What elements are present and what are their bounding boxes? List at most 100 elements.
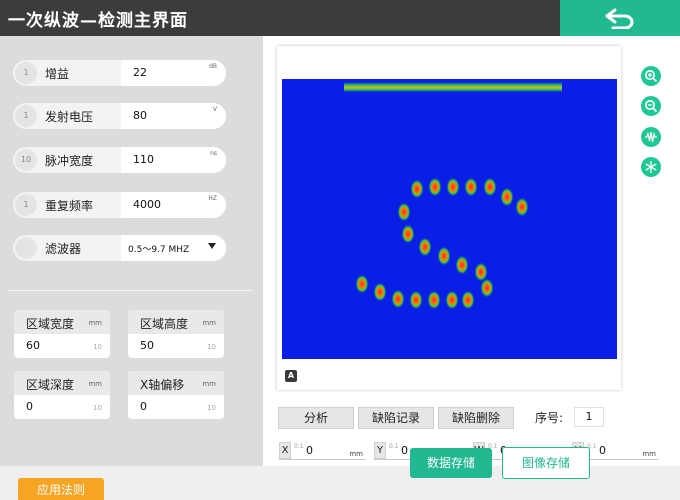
defect-marker bbox=[355, 274, 369, 294]
voltage-label: 发射电压 bbox=[45, 110, 94, 124]
divider bbox=[8, 290, 253, 291]
defect-markers bbox=[355, 177, 529, 310]
region-depth-unit: mm bbox=[88, 380, 102, 388]
pulse-width-row: 10 脉冲宽度 110 ns bbox=[13, 147, 226, 173]
region-height-label: 区域高度 bbox=[140, 317, 189, 331]
voltage-step-button[interactable]: 1 bbox=[15, 105, 37, 127]
app-window: 一次纵波—检测主界面 1 增益 22 dB 1 发射电压 80 V 10 脉冲宽… bbox=[0, 0, 680, 500]
defect-marker bbox=[483, 177, 497, 197]
save-data-button[interactable]: 数据存储 bbox=[410, 448, 492, 478]
region-height-step: 10 bbox=[207, 343, 216, 351]
region-width-unit: mm bbox=[88, 319, 102, 327]
voltage-row: 1 发射电压 80 V bbox=[13, 103, 226, 129]
defect-marker bbox=[409, 290, 423, 310]
gain-input[interactable]: 22 dB bbox=[121, 60, 226, 86]
c-scan-canvas bbox=[344, 82, 562, 310]
pulse-width-input[interactable]: 110 ns bbox=[121, 147, 226, 173]
filter-select[interactable]: 0.5～9.7 MHZ bbox=[121, 235, 226, 261]
page-title: 一次纵波—检测主界面 bbox=[8, 11, 188, 31]
repeat-frequency-unit: HZ bbox=[208, 195, 217, 202]
region-height-unit: mm bbox=[202, 319, 216, 327]
pulse-width-unit: ns bbox=[210, 150, 217, 157]
region-depth-step: 10 bbox=[93, 404, 102, 412]
defect-marker bbox=[515, 197, 529, 217]
defect-marker bbox=[373, 282, 387, 302]
filter-value: 0.5～9.7 MHZ bbox=[128, 245, 190, 255]
apply-rule-button[interactable]: 应用法则 bbox=[18, 478, 104, 500]
filter-row: 滤波器 0.5～9.7 MHZ bbox=[13, 235, 226, 261]
region-height-value: 50 bbox=[140, 339, 154, 352]
defect-marker bbox=[480, 278, 494, 298]
x-offset-label: X轴偏移 bbox=[140, 378, 185, 392]
snowflake-icon[interactable] bbox=[641, 157, 661, 177]
y-axis-label: Y bbox=[374, 442, 386, 459]
defect-marker bbox=[427, 290, 441, 310]
region-depth-field[interactable]: 区域深度 mm 0 10 bbox=[14, 371, 110, 419]
defect-marker bbox=[418, 237, 432, 257]
y-value: 0 bbox=[401, 444, 408, 457]
y-resolution: 0.1 bbox=[389, 443, 399, 450]
repeat-frequency-row: 1 重复频率 4000 HZ bbox=[13, 192, 226, 218]
defect-marker bbox=[437, 246, 451, 266]
defect-marker bbox=[397, 202, 411, 222]
analyze-button[interactable]: 分析 bbox=[278, 407, 354, 429]
x-offset-unit: mm bbox=[202, 380, 216, 388]
defect-marker bbox=[446, 177, 460, 197]
region-width-value: 60 bbox=[26, 339, 40, 352]
defect-marker bbox=[464, 177, 478, 197]
zoom-in-icon[interactable] bbox=[641, 66, 661, 86]
gain-row: 1 增益 22 dB bbox=[13, 60, 226, 86]
back-arrow-icon bbox=[605, 8, 634, 29]
voltage-input[interactable]: 80 V bbox=[121, 103, 226, 129]
zoom-out-icon[interactable] bbox=[641, 96, 661, 116]
waveform-icon[interactable] bbox=[641, 127, 661, 147]
defect-marker bbox=[500, 187, 514, 207]
filter-label: 滤波器 bbox=[45, 242, 82, 256]
defect-marker bbox=[445, 290, 459, 310]
scan-image-frame: A bbox=[277, 46, 621, 390]
region-width-field[interactable]: 区域宽度 mm 60 10 bbox=[14, 310, 110, 358]
repeat-frequency-input[interactable]: 4000 HZ bbox=[121, 192, 226, 218]
voltage-unit: V bbox=[212, 106, 217, 113]
x-resolution: 0.1 bbox=[294, 443, 304, 450]
gain-unit: dB bbox=[209, 63, 217, 70]
c-scan-image[interactable] bbox=[282, 79, 617, 359]
region-height-field[interactable]: 区域高度 mm 50 10 bbox=[128, 310, 224, 358]
sequence-input[interactable]: 1 bbox=[574, 407, 604, 427]
x-offset-step: 10 bbox=[207, 404, 216, 412]
chevron-down-icon bbox=[208, 243, 216, 249]
x-axis-label: X bbox=[279, 442, 291, 459]
filter-toggle[interactable] bbox=[15, 237, 37, 259]
defect-record-button[interactable]: 缺陷记录 bbox=[358, 407, 434, 429]
x-offset-value: 0 bbox=[140, 400, 147, 413]
back-button[interactable] bbox=[560, 0, 680, 36]
h-unit: mm bbox=[642, 450, 656, 458]
x-coordinate-field[interactable]: X 0.1 0 mm bbox=[279, 442, 365, 460]
region-depth-value: 0 bbox=[26, 400, 33, 413]
defect-marker bbox=[401, 224, 415, 244]
defect-marker bbox=[461, 290, 475, 310]
region-width-step: 10 bbox=[93, 343, 102, 351]
repeat-frequency-value: 4000 bbox=[133, 198, 161, 211]
defect-delete-button[interactable]: 缺陷删除 bbox=[438, 407, 514, 429]
pulse-width-label: 脉冲宽度 bbox=[45, 154, 94, 168]
defect-marker bbox=[428, 177, 442, 197]
voltage-value: 80 bbox=[133, 109, 147, 122]
pulse-width-value: 110 bbox=[133, 153, 154, 166]
h-value: 0 bbox=[599, 444, 606, 457]
x-unit: mm bbox=[349, 450, 363, 458]
mode-badge[interactable]: A bbox=[285, 370, 297, 382]
repeat-frequency-label: 重复频率 bbox=[45, 199, 94, 213]
save-image-button[interactable]: 图像存储 bbox=[502, 447, 590, 479]
repeat-frequency-step-button[interactable]: 1 bbox=[15, 194, 37, 216]
defect-marker bbox=[391, 289, 405, 309]
sequence-label: 序号: bbox=[535, 411, 564, 425]
defect-marker bbox=[455, 255, 469, 275]
surface-echo bbox=[344, 82, 562, 92]
gain-value: 22 bbox=[133, 66, 147, 79]
pulse-width-step-button[interactable]: 10 bbox=[15, 149, 37, 171]
x-offset-field[interactable]: X轴偏移 mm 0 10 bbox=[128, 371, 224, 419]
parameter-panel: 1 增益 22 dB 1 发射电压 80 V 10 脉冲宽度 110 ns 1 bbox=[0, 36, 263, 466]
gain-step-button[interactable]: 1 bbox=[15, 62, 37, 84]
x-value: 0 bbox=[306, 444, 313, 457]
